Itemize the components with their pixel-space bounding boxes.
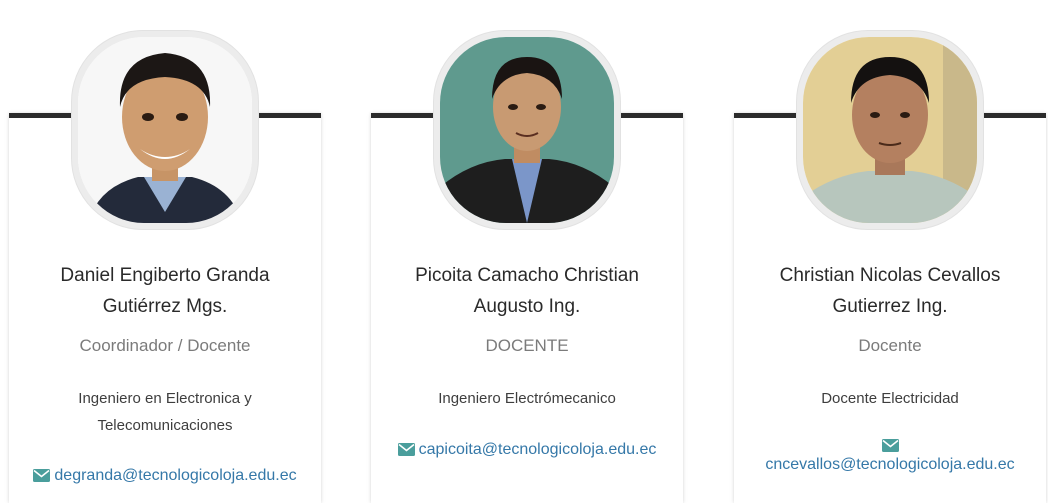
email-text: cncevallos@tecnologicoloja.edu.ec [765, 456, 1015, 473]
avatar [440, 37, 614, 223]
member-description: Ingeniero Electrómecanico [438, 390, 616, 407]
avatar [78, 37, 252, 223]
avatar-frame [71, 30, 259, 230]
team-card: Picoita Camacho Christian Augusto Ing. D… [371, 30, 683, 503]
email-text: capicoita@tecnologicoloja.edu.ec [418, 441, 657, 458]
email-link[interactable]: capicoita@tecnologicoloja.edu.ec [377, 438, 677, 462]
avatar-frame [433, 30, 621, 230]
member-role: DOCENTE [485, 336, 569, 355]
member-name: Daniel Engiberto Granda Gutiérrez Mgs. [60, 265, 270, 317]
email-text: degranda@tecnologicoloja.edu.ec [54, 467, 297, 484]
team-card: Daniel Engiberto Granda Gutiérrez Mgs. C… [9, 30, 321, 503]
member-name: Picoita Camacho Christian Augusto Ing. [415, 265, 639, 317]
member-role: Coordinador / Docente [79, 336, 251, 355]
email-link[interactable]: cncevallos@tecnologicoloja.edu.ec [740, 439, 1040, 478]
member-role: Docente [858, 336, 922, 355]
envelope-icon [881, 439, 899, 452]
member-description: Docente Electricidad [821, 390, 959, 407]
member-description: Ingeniero en Electronica y Telecomunicac… [78, 390, 252, 434]
avatar [803, 37, 977, 223]
email-link[interactable]: degranda@tecnologicoloja.edu.ec [15, 464, 315, 488]
member-name: Christian Nicolas Cevallos Gutierrez Ing… [779, 265, 1001, 317]
team-card: Christian Nicolas Cevallos Gutierrez Ing… [734, 30, 1046, 503]
envelope-icon [33, 469, 51, 482]
avatar-frame [796, 30, 984, 230]
envelope-icon [397, 443, 415, 456]
team-section: Daniel Engiberto Granda Gutiérrez Mgs. C… [0, 0, 1048, 503]
